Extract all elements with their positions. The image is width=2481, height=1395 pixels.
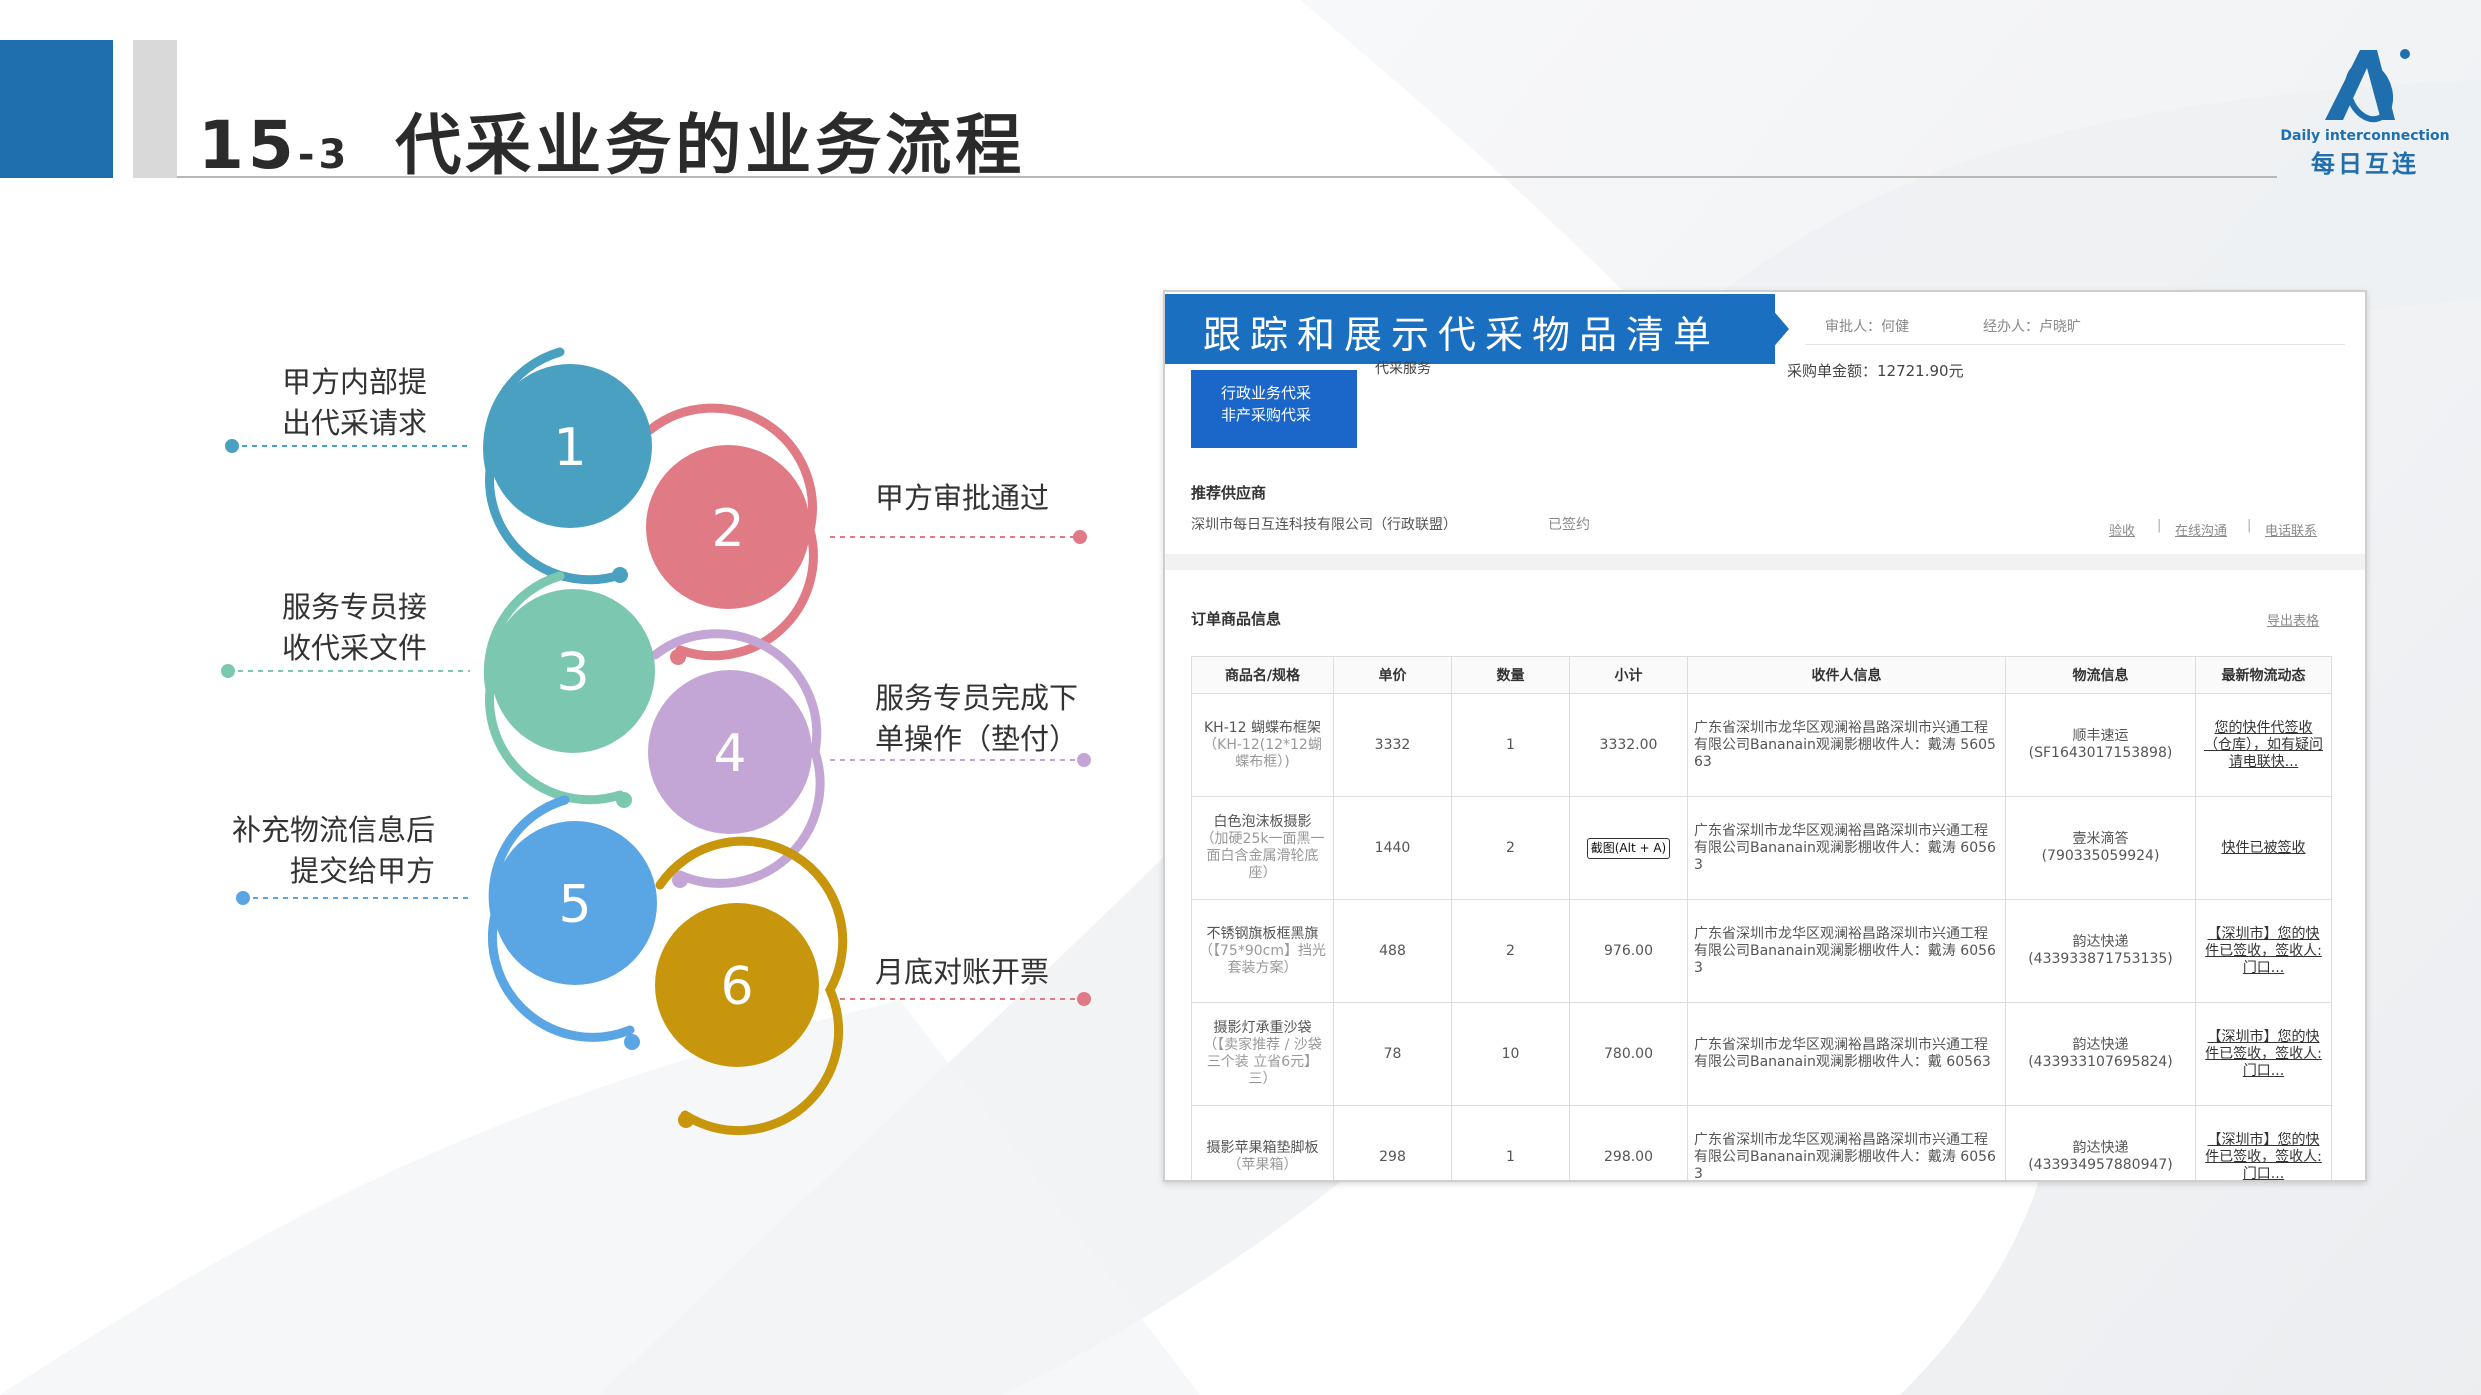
table-header-row: 商品名/规格 单价 数量 小计 收件人信息 物流信息 最新物流动态 [1191,656,2332,694]
company-logo: Daily interconnection 每日互连 [2275,40,2455,180]
col-header-latest-status: 最新物流动态 [2195,656,2332,694]
item-name: 白色泡沫板摄影 （加硬25k一面黑一面白含金属滑轮底座） [1191,796,1334,900]
step-6-label: 月底对账开票 [875,955,1050,989]
step-2-number: 2 [711,499,744,559]
order-amount: 采购单金额：12721.90元 [1787,362,1964,380]
logo-mark-icon [2325,49,2410,123]
order-items-table: 商品名/规格 单价 数量 小计 收件人信息 物流信息 最新物流动态 KH-12 … [1191,656,2332,1180]
supplier-section-title: 推荐供应商 [1191,484,1267,502]
item-subtotal: 截图(Alt + A) [1569,796,1688,900]
recipient-info: 广东省深圳市龙华区观澜裕昌路深圳市兴通工程有限公司Bananain观澜影棚收件人… [1687,1105,2006,1180]
col-header-recipient: 收件人信息 [1687,656,2006,694]
accept-link[interactable]: 验收 [2109,520,2135,539]
link-separator: | [2247,518,2252,533]
phone-contact-link[interactable]: 电话联系 [2265,520,2317,539]
logistics-info: 韵达快递 (433934957880947) [2005,1105,2196,1180]
item-price: 1440 [1333,796,1452,900]
item-name: 不锈钢旗板框黑旗 （【75*90cm】挡光套装方案） [1191,899,1334,1003]
step-5-label: 补充物流信息后 提交给甲方 [232,813,436,888]
item-subtotal: 976.00 [1569,899,1688,1003]
item-subtotal: 298.00 [1569,1105,1688,1180]
step-3-label: 服务专员接 收代采文件 [282,590,428,665]
item-price: 488 [1333,899,1452,1003]
screenshot-tooltip: 截图(Alt + A) [1586,837,1671,859]
table-row: 不锈钢旗板框黑旗 （【75*90cm】挡光套装方案） 488 2 976.00 广… [1191,899,2332,1003]
latest-status-link[interactable]: 您的快件代签收（仓库），如有疑问请电联快... [2195,693,2332,797]
step-3-number: 3 [556,643,589,703]
item-subtotal: 780.00 [1569,1002,1688,1106]
logistics-info: 韵达快递 (433933107695824) [2005,1002,2196,1106]
table-row: 摄影灯承重沙袋 （【卖家推荐 / 沙袋三个装 立省6元】三） 78 10 780.… [1191,1002,2332,1106]
latest-status-link[interactable]: 【深圳市】您的快件已签收，签收人: 门口... [2195,1002,2332,1106]
meta-divider [1805,344,2345,345]
item-subtotal: 3332.00 [1569,693,1688,797]
latest-status-link[interactable]: 【深圳市】您的快件已签收，签收人: 门口... [2195,1105,2332,1180]
item-price: 298 [1333,1105,1452,1180]
order-tracking-panel: 跟踪和展示代采物品清单 审批人：何健 经办人：卢晓旷 代采服务 采购单金额：12… [1163,290,2367,1182]
item-price: 3332 [1333,693,1452,797]
approver: 审批人：何健 [1825,319,1909,335]
supplier-status: 已签约 [1548,517,1590,533]
table-row: 白色泡沫板摄影 （加硬25k一面黑一面白含金属滑轮底座） 1440 2 截图(Al… [1191,796,2332,900]
banner-title: 跟踪和展示代采物品清单 [1203,313,1721,357]
supplier-name: 深圳市每日互连科技有限公司（行政联盟） [1191,517,1457,533]
section-gap [1165,554,2365,570]
recipient-info: 广东省深圳市龙华区观澜裕昌路深圳市兴通工程有限公司Bananain观澜影棚收件人… [1687,796,2006,900]
col-header-logistics: 物流信息 [2005,656,2196,694]
item-qty: 2 [1451,899,1570,1003]
export-table-link[interactable]: 导出表格 [2267,610,2319,629]
banner-arrow [1759,294,1789,364]
item-name: 摄影苹果箱垫脚板 （苹果箱） [1191,1105,1334,1180]
online-chat-link[interactable]: 在线沟通 [2175,520,2227,539]
col-header-subtotal: 小计 [1569,656,1688,694]
step-5-number: 5 [558,875,591,935]
logistics-info: 顺丰速运 (SF1643017153898) [2005,693,2196,797]
recipient-info: 广东省深圳市龙华区观澜裕昌路深圳市兴通工程有限公司Bananain观澜影棚收件人… [1687,899,2006,1003]
recipient-info: 广东省深圳市龙华区观澜裕昌路深圳市兴通工程有限公司Bananain观澜影棚收件人… [1687,693,2006,797]
logo-chinese: 每日互连 [2311,150,2419,178]
step-4-number: 4 [713,724,746,784]
link-separator: | [2157,518,2162,533]
step-2-label: 甲方审批通过 [875,481,1050,515]
handler: 经办人：卢晓旷 [1983,319,2081,335]
item-name: 摄影灯承重沙袋 （【卖家推荐 / 沙袋三个装 立省6元】三） [1191,1002,1334,1106]
item-name: KH-12 蝴蝶布框架 （KH-12(12*12蝴蝶布框）) [1191,693,1334,797]
logistics-info: 壹米滴答 (790335059924) [2005,796,2196,900]
service-thumbnail: 行政业务代采 非产采购代采 [1191,370,1357,448]
logistics-info: 韵达快递 (433933871753135) [2005,899,2196,1003]
table-row: KH-12 蝴蝶布框架 （KH-12(12*12蝴蝶布框）) 3332 1 333… [1191,693,2332,797]
latest-status-link[interactable]: 【深圳市】您的快件已签收，签收人: 门口... [2195,899,2332,1003]
item-qty: 1 [1451,1105,1570,1180]
recipient-info: 广东省深圳市龙华区观澜裕昌路深圳市兴通工程有限公司Bananain观澜影棚收件人… [1687,1002,2006,1106]
item-price: 78 [1333,1002,1452,1106]
table-row: 摄影苹果箱垫脚板 （苹果箱） 298 1 298.00 广东省深圳市龙华区观澜裕昌… [1191,1105,2332,1180]
item-qty: 1 [1451,693,1570,797]
step-6-number: 6 [720,957,753,1017]
col-header-qty: 数量 [1451,656,1570,694]
item-qty: 10 [1451,1002,1570,1106]
col-header-name: 商品名/规格 [1191,656,1334,694]
col-header-price: 单价 [1333,656,1452,694]
step-1-number: 1 [553,418,586,478]
logo-english: Daily interconnection [2280,128,2450,144]
order-section-title: 订单商品信息 [1191,610,1282,628]
step-4-label: 服务专员完成下 单操作（垫付） [875,681,1079,756]
item-qty: 2 [1451,796,1570,900]
step-1-label: 甲方内部提 出代采请求 [282,365,428,440]
latest-status-link[interactable]: 快件已被签收 [2195,796,2332,900]
service-type: 代采服务 [1375,361,1431,377]
